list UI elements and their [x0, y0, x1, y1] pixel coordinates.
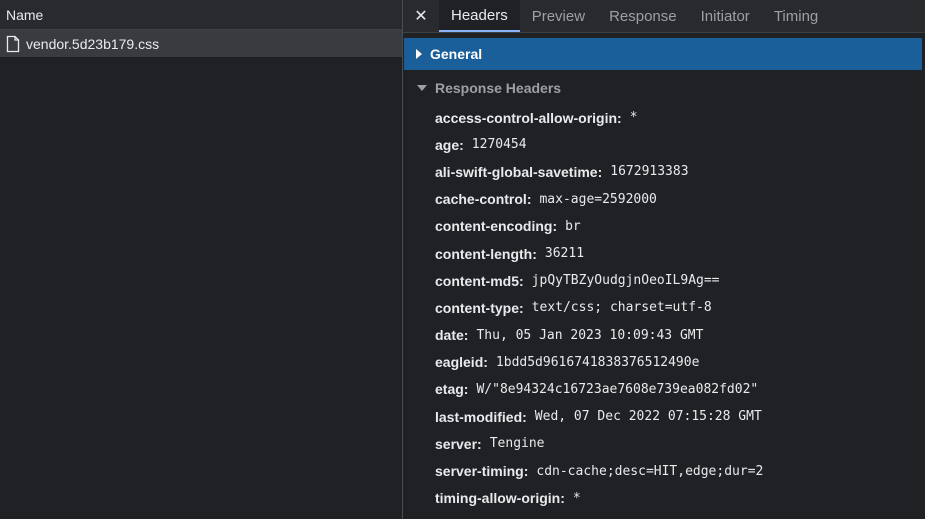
header-value: *: [572, 490, 581, 506]
header-colon: :: [459, 136, 464, 153]
header-row: content-length:36211: [435, 240, 915, 267]
header-row: content-type: text/css; charset=utf-8: [435, 294, 915, 321]
header-name: timing-allow-origin: [435, 490, 561, 507]
tab-headers[interactable]: Headers: [439, 0, 520, 32]
header-colon: :: [526, 191, 532, 208]
header-value: Wed, 07 Dec 2022 07:15:28 GMT: [534, 409, 762, 425]
tab-label: Response: [609, 7, 677, 25]
header-value: Thu, 05 Jan 2023 10:09:43 GMT: [476, 327, 704, 343]
header-value: 1bdd5d9616741838376512490e: [495, 354, 700, 370]
close-icon: ✕: [414, 8, 428, 25]
header-row: timing-allow-origin: *: [435, 485, 915, 512]
tab-label: Headers: [451, 6, 508, 24]
header-row: etag: W/"8e94324c16723ae7608e739ea082fd02…: [435, 376, 915, 403]
tab-preview[interactable]: Preview: [520, 0, 597, 32]
header-colon: :: [597, 163, 603, 180]
header-row: access-control-allow-origin: *: [435, 104, 915, 131]
header-name: access-control-allow-origin: [435, 109, 618, 126]
header-colon: :: [519, 299, 524, 316]
response-headers-list: access-control-allow-origin: * age:127045…: [435, 104, 915, 512]
header-colon: :: [523, 463, 529, 480]
header-value: 1672913383: [610, 164, 689, 180]
header-colon: :: [483, 354, 488, 371]
header-value: *: [629, 110, 638, 126]
header-name: age: [435, 136, 460, 153]
response-headers-section-label: Response Headers: [435, 80, 562, 96]
request-row[interactable]: vendor.5d23b179.css: [0, 30, 403, 57]
name-column-label: Name: [6, 6, 44, 23]
details-tabbar: ✕ Headers Preview Response Initiator Tim…: [403, 0, 925, 33]
response-headers-section-header[interactable]: Response Headers: [404, 73, 922, 103]
header-colon: :: [552, 218, 558, 235]
header-colon: :: [560, 490, 565, 507]
header-colon: :: [463, 327, 469, 344]
header-value: text/css; charset=utf-8: [531, 300, 712, 316]
header-row: content-encoding: br: [435, 213, 915, 240]
header-name: server-timing: [435, 463, 524, 480]
header-colon: :: [532, 245, 537, 262]
general-section-label: General: [430, 46, 483, 62]
header-colon: :: [617, 109, 622, 126]
header-name: eagleid: [435, 354, 484, 371]
header-value: br: [565, 218, 581, 234]
tab-label: Preview: [531, 7, 586, 25]
tab-initiator[interactable]: Initiator: [689, 0, 762, 32]
header-row: server: Tengine: [435, 430, 915, 457]
header-value: 36211: [544, 246, 585, 262]
header-name: content-md5: [435, 272, 519, 289]
header-value: max-age=2592000: [539, 191, 657, 207]
header-row: last-modified: Wed, 07 Dec 2022 07:15:28 …: [435, 403, 915, 430]
header-name: server: [435, 435, 478, 452]
header-colon: :: [519, 272, 524, 289]
expand-triangle-icon: [416, 49, 422, 59]
header-name: content-length: [435, 245, 533, 262]
general-section-header[interactable]: General: [404, 38, 922, 70]
request-list-pane: Name vendor.5d23b179.css: [0, 0, 403, 519]
header-name: ali-swift-global-savetime: [435, 163, 598, 180]
header-row: ali-swift-global-savetime:1672913383: [435, 158, 915, 185]
collapse-triangle-icon: [417, 85, 427, 91]
header-value: 1270454: [471, 137, 527, 153]
header-name: last-modified: [435, 408, 523, 425]
header-name: etag: [435, 381, 464, 398]
close-details-button[interactable]: ✕: [403, 0, 439, 32]
header-row: age:1270454: [435, 131, 915, 158]
devtools-network-panel: Name vendor.5d23b179.css ✕ Headers Previ…: [0, 0, 925, 519]
name-column-header[interactable]: Name: [0, 0, 403, 30]
tab-label: Timing: [773, 7, 819, 25]
header-name: cache-control: [435, 191, 527, 208]
header-row: date: Thu, 05 Jan 2023 10:09:43 GMT: [435, 322, 915, 349]
header-row: server-timing: cdn-cache;desc=HIT,edge;du…: [435, 457, 915, 484]
tab-label: Initiator: [700, 7, 750, 25]
header-colon: :: [522, 408, 527, 425]
header-colon: :: [477, 435, 482, 452]
tab-timing[interactable]: Timing: [762, 0, 830, 32]
header-value: W/"8e94324c16723ae7608e739ea082fd02": [476, 381, 759, 397]
tab-response[interactable]: Response: [597, 0, 689, 32]
header-name: content-type: [435, 299, 519, 316]
header-value: jpQyTBZyOudgjnOeoIL9Ag==: [531, 273, 720, 289]
header-row: cache-control: max-age=2592000: [435, 186, 915, 213]
file-icon: [6, 35, 20, 52]
header-name: content-encoding: [435, 218, 553, 235]
header-colon: :: [463, 381, 469, 398]
header-row: content-md5: jpQyTBZyOudgjnOeoIL9Ag==: [435, 267, 915, 294]
request-details-pane: ✕ Headers Preview Response Initiator Tim…: [403, 0, 925, 519]
header-value: Tengine: [489, 436, 545, 452]
header-value: cdn-cache;desc=HIT,edge;dur=2: [536, 463, 764, 479]
request-file-name: vendor.5d23b179.css: [26, 35, 160, 52]
header-name: date: [435, 327, 464, 344]
header-row: eagleid:1bdd5d9616741838376512490e: [435, 349, 915, 376]
